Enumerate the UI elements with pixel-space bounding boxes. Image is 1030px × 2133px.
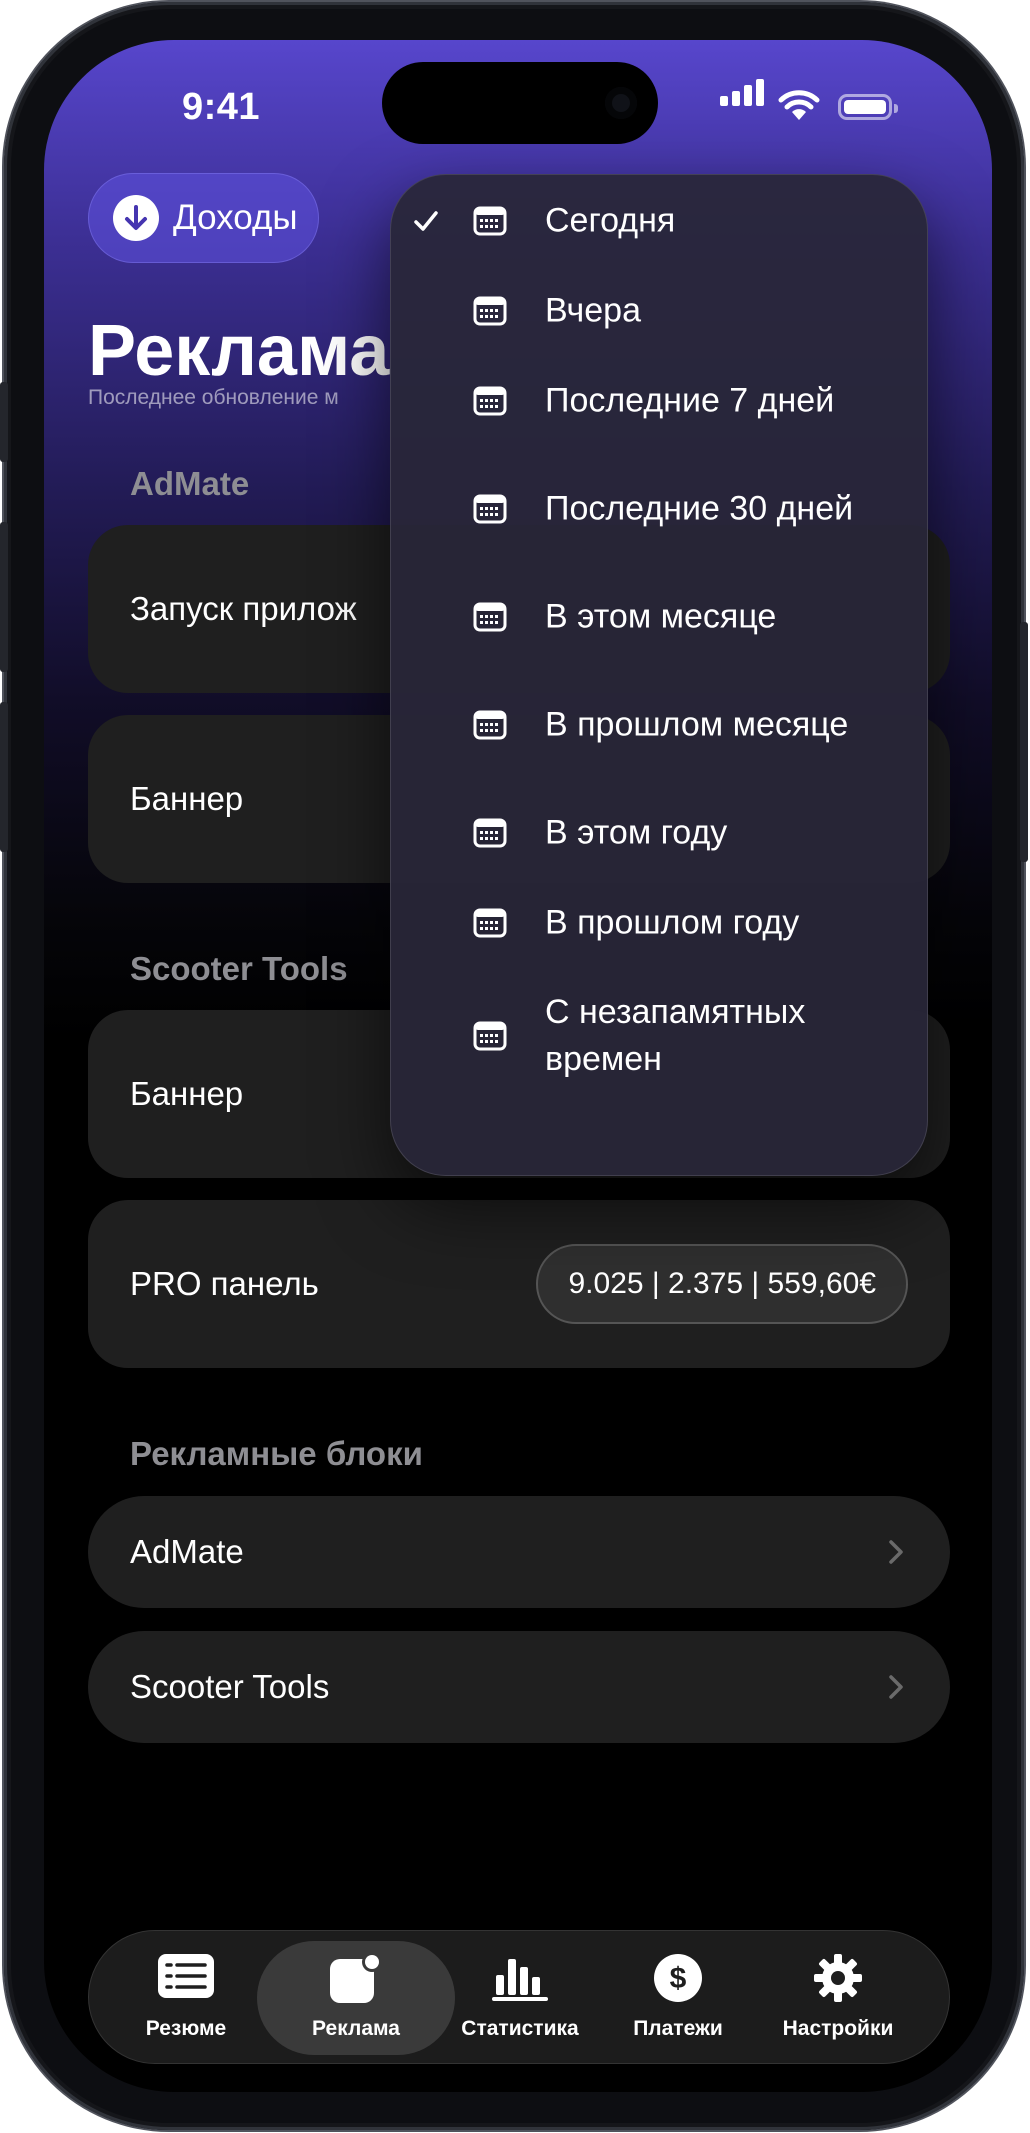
tab-settings[interactable]: Настройки	[753, 1931, 923, 2063]
chevron-right-icon	[889, 1675, 903, 1699]
menu-item-label: Сегодня	[545, 201, 676, 240]
income-button-label: Доходы	[173, 198, 298, 237]
menu-item-last-month[interactable]: В прошлом месяце	[391, 667, 927, 783]
calendar-icon	[473, 818, 507, 848]
checkmark-icon	[414, 211, 438, 231]
menu-item-label: В прошлом месяце	[545, 705, 849, 744]
front-camera	[605, 87, 637, 119]
tab-label: Платежи	[633, 2017, 723, 2040]
dollar-circle-icon: $	[654, 1954, 702, 2002]
menu-item-last-30-days[interactable]: Последние 30 дней	[391, 451, 927, 567]
list-icon	[158, 1954, 214, 1998]
menu-item-today[interactable]: Сегодня	[391, 181, 927, 261]
calendar-icon	[473, 1021, 507, 1051]
calendar-icon	[473, 602, 507, 632]
ad-row-pro-panel[interactable]: PRO панель 9.025 | 2.375 | 559,60€	[88, 1200, 950, 1368]
menu-item-label: В этом году	[545, 813, 728, 852]
svg-text:$: $	[670, 1962, 687, 1995]
date-range-menu: Сегодня Вчера Последние 7 дней Последние…	[390, 174, 928, 1176]
last-update-label: Последнее обновление м	[88, 386, 339, 409]
ad-block-admate[interactable]: AdMate	[88, 1496, 950, 1608]
ad-row-label: Баннер	[130, 1075, 244, 1112]
menu-item-this-year[interactable]: В этом году	[391, 793, 927, 873]
menu-item-label: В этом месяце	[545, 597, 777, 636]
bar-chart-icon	[492, 1959, 548, 2001]
section-title-ad-blocks: Рекламные блоки	[130, 1435, 423, 1472]
menu-item-yesterday[interactable]: Вчера	[391, 271, 927, 351]
chevron-right-icon	[889, 1540, 903, 1564]
arrow-down-circle-icon	[113, 195, 159, 241]
menu-item-label: Последние 7 дней	[545, 381, 835, 420]
power-button	[1020, 622, 1028, 862]
calendar-icon	[473, 296, 507, 326]
menu-item-last-year[interactable]: В прошлом году	[391, 883, 927, 963]
tab-ads[interactable]: Реклама	[271, 1931, 441, 2063]
menu-item-label: Вчера	[545, 291, 641, 330]
calendar-icon	[473, 206, 507, 236]
ad-block-label: AdMate	[130, 1533, 244, 1570]
tab-statistics[interactable]: Статистика	[435, 1931, 605, 2063]
menu-item-label: В прошлом году	[545, 903, 800, 942]
menu-item-last-7-days[interactable]: Последние 7 дней	[391, 361, 927, 441]
tab-label: Резюме	[145, 2017, 227, 2040]
action-button	[0, 382, 8, 462]
section-title-admate: AdMate	[130, 465, 250, 502]
calendar-icon	[473, 908, 507, 938]
menu-item-label: Последние 30 дней	[545, 489, 854, 528]
page-title: Реклама	[88, 311, 390, 391]
app-badge-icon	[330, 1953, 382, 2003]
gear-icon	[814, 1954, 862, 2002]
screen: 9:41 Доходы Реклама Последнее обновление…	[44, 40, 992, 2092]
tab-label: Статистика	[461, 2017, 579, 2040]
tab-label: Реклама	[312, 2017, 400, 2040]
wifi-icon	[778, 90, 820, 120]
tab-summary[interactable]: Резюме	[101, 1931, 271, 2063]
income-button[interactable]: Доходы	[88, 173, 319, 263]
ad-block-label: Scooter Tools	[130, 1668, 330, 1705]
calendar-icon	[473, 710, 507, 740]
tab-payments[interactable]: $ Платежи	[593, 1931, 763, 2063]
ad-block-scooter-tools[interactable]: Scooter Tools	[88, 1631, 950, 1743]
stats-pill[interactable]: 9.025 | 2.375 | 559,60€	[536, 1244, 908, 1324]
menu-item-this-month[interactable]: В этом месяце	[391, 577, 927, 657]
calendar-icon	[473, 386, 507, 416]
volume-down-button	[0, 702, 8, 852]
menu-item-label: С незапамятных времен	[545, 993, 806, 1078]
phone-frame: 9:41 Доходы Реклама Последнее обновление…	[0, 2, 1028, 2130]
volume-up-button	[0, 522, 8, 672]
ad-row-label: Запуск прилож	[130, 590, 357, 627]
menu-item-all-time[interactable]: С незапамятных времен	[391, 973, 927, 1099]
status-time: 9:41	[182, 86, 261, 128]
tab-bar: Резюме Реклама Статистика $ Платежи Наст…	[88, 1930, 950, 2064]
section-title-scooter-tools: Scooter Tools	[130, 950, 348, 987]
tab-label: Настройки	[782, 2017, 894, 2040]
ad-row-label: Баннер	[130, 780, 244, 817]
battery-icon	[838, 94, 898, 120]
ad-row-label: PRO панель	[130, 1265, 319, 1302]
calendar-icon	[473, 494, 507, 524]
